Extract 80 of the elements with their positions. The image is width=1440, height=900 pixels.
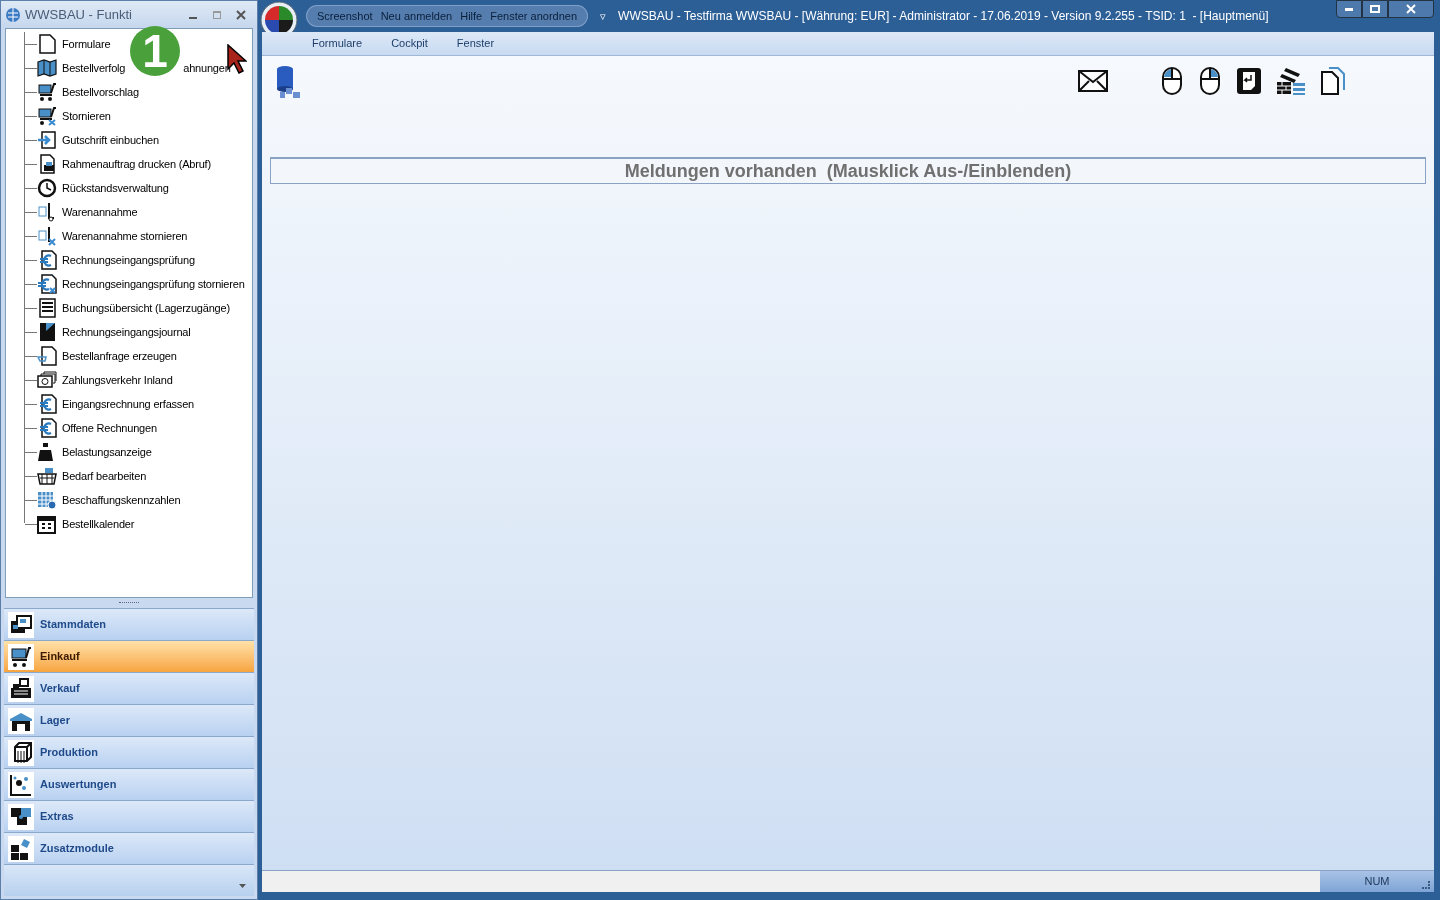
maximize-button[interactable] <box>1362 0 1388 18</box>
minimize-button[interactable] <box>1336 0 1362 18</box>
nav-item[interactable]: Einkauf <box>4 640 254 672</box>
close-icon <box>236 9 246 20</box>
cart-icon <box>9 644 33 669</box>
document-icon <box>37 34 57 54</box>
euro-document-icon <box>37 250 57 270</box>
hand-truck-icon <box>37 202 57 222</box>
nav-item[interactable]: Lager <box>4 704 254 736</box>
tree-item[interactable]: Rechnungseingangsprüfung <box>62 251 195 269</box>
tree-item[interactable]: ahnungen <box>183 59 231 77</box>
menu-item[interactable]: Fenster <box>456 35 495 52</box>
table-info-icon <box>37 490 57 510</box>
tree-item[interactable]: Rahmenauftrag drucken (Abruf) <box>62 155 211 173</box>
messages-bar[interactable]: Meldungen vorhanden (Mausklick Aus-/Einblenden) <box>270 157 1426 184</box>
toolbar-button[interactable]: Fenster anordnen <box>490 7 578 25</box>
nav-item[interactable]: Zusatzmodule <box>4 832 254 864</box>
window-title: WWSBAU - Testfirma WWSBAU - [Währung: EUR] - Administrator - 17.06.2019 - Version 9.2.255 - TSID: 1 - [Hauptmenü] <box>618 8 1269 25</box>
tree-item[interactable]: Rückstandsverwaltung <box>62 179 169 197</box>
tree-item[interactable]: Formulare <box>62 35 111 53</box>
envelope-icon[interactable] <box>1078 70 1108 92</box>
calendar-icon <box>37 514 57 534</box>
menu-item[interactable]: Cockpit <box>391 35 428 52</box>
tree-item[interactable]: Bestellkalender <box>62 515 135 533</box>
tree-item[interactable]: Warenannahme <box>62 203 138 221</box>
clock-icon <box>37 178 57 198</box>
tree-item[interactable]: Stornieren <box>62 107 111 125</box>
tree-item[interactable]: Rechnungseingangsjournal <box>62 323 191 341</box>
close-icon <box>1406 4 1416 14</box>
journal-icon <box>37 322 57 342</box>
tree-item[interactable]: Eingangsrechnung erfassen <box>62 395 194 413</box>
scatter-chart-icon <box>9 772 33 797</box>
tree-item[interactable]: Bestellanfrage erzeugen <box>62 347 177 365</box>
basket-icon <box>37 466 57 486</box>
document-icon <box>37 346 57 366</box>
window-title: WWSBAU - Funkti <box>25 5 132 24</box>
nav-item[interactable]: Verkauf <box>4 672 254 704</box>
cart-icon <box>37 82 57 102</box>
enter-key-icon[interactable] <box>1236 67 1262 95</box>
toolbar-button[interactable]: Hilfe <box>460 7 483 25</box>
arrow-in-icon <box>37 130 57 150</box>
euro-document-icon <box>37 394 57 414</box>
tree-item[interactable]: Belastungsanzeige <box>62 443 152 461</box>
tree-item[interactable]: Rechnungseingangsprüfung stornieren <box>62 275 245 293</box>
tree-item[interactable]: Bestellvorschlag <box>62 83 139 101</box>
hand-truck-icon <box>37 226 57 246</box>
nav-item[interactable]: Stammdaten <box>4 608 254 640</box>
map-icon <box>37 58 57 78</box>
mouse-icon[interactable] <box>1160 67 1184 95</box>
nav-item[interactable]: Extras <box>4 800 254 832</box>
euro-document-icon <box>37 274 57 294</box>
cash-register-icon <box>9 676 33 701</box>
nav-item[interactable]: Auswertungen <box>4 768 254 800</box>
tree-item[interactable]: Beschaffungskennzahlen <box>62 491 181 509</box>
tree-item[interactable]: Bestellverfolg <box>62 59 126 77</box>
toolbar-button[interactable]: Screenshot <box>317 7 373 25</box>
blocks-icon <box>9 836 33 861</box>
toolbar-button[interactable]: Neu anmelden <box>380 7 453 25</box>
close-button[interactable] <box>1388 0 1434 18</box>
resize-grip[interactable] <box>1422 881 1430 889</box>
tree-item[interactable]: Warenannahme stornieren <box>62 227 188 245</box>
globe-icon <box>5 6 21 23</box>
num-lock-indicator: NUM <box>1364 874 1390 890</box>
nav-item[interactable]: Produktion <box>4 736 254 768</box>
tree-item[interactable]: Bedarf bearbeiten <box>62 467 147 485</box>
mouse-icon[interactable] <box>1198 67 1222 95</box>
tree-item[interactable]: Zahlungsverkehr Inland <box>62 371 173 389</box>
tree-item[interactable]: Offene Rechnungen <box>62 419 157 437</box>
document-icon[interactable] <box>1320 66 1348 96</box>
quick-access-dropdown[interactable]: ▿ <box>596 7 611 25</box>
tree-item[interactable]: Gutschrift einbuchen <box>62 131 159 149</box>
dropdown-icon[interactable] <box>239 884 246 888</box>
brick-wall-icon[interactable] <box>1276 66 1306 96</box>
tree-item[interactable]: Buchungsübersicht (Lagerzugänge) <box>62 299 230 317</box>
cart-icon <box>37 106 57 126</box>
euro-document-icon <box>37 418 57 438</box>
list-icon <box>37 298 57 318</box>
printer-icon <box>37 154 57 174</box>
menu-item[interactable]: Formulare <box>312 35 363 52</box>
banknotes-icon <box>37 370 57 390</box>
